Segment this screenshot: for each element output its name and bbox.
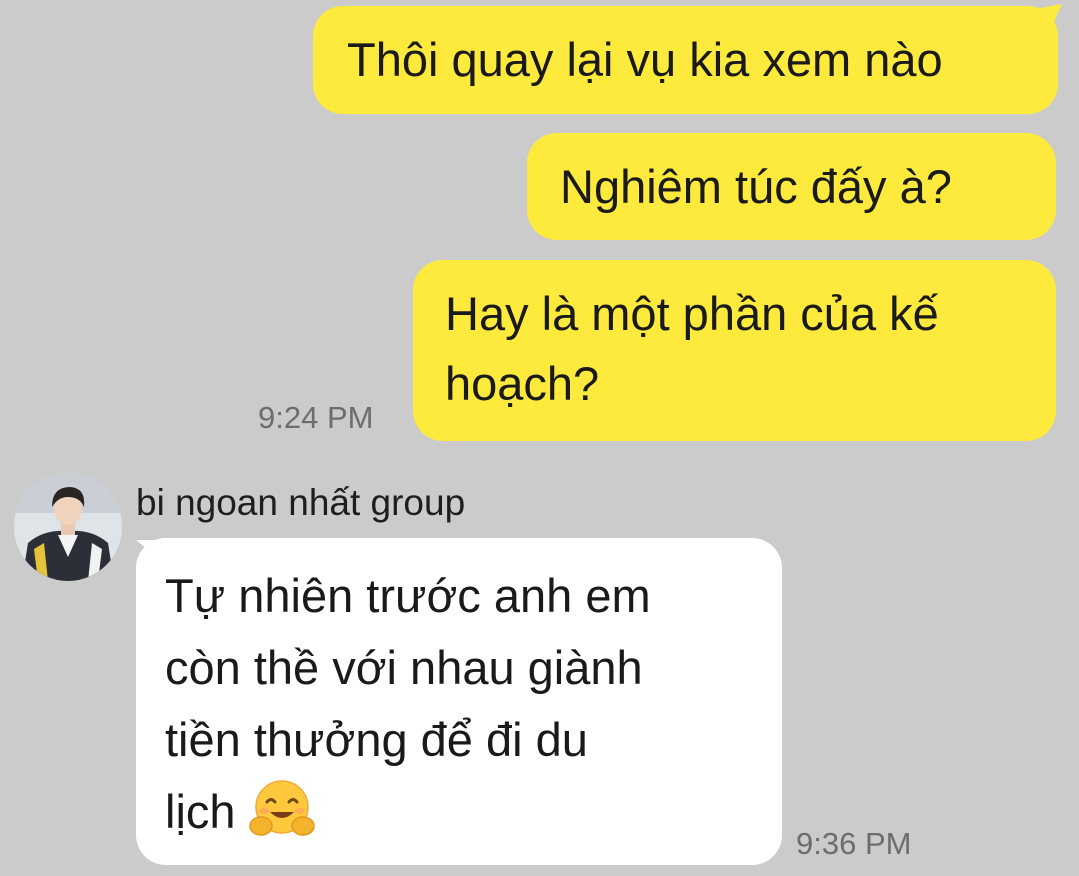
outgoing-message-bubble[interactable]: Thôi quay lại vụ kia xem nào [313,6,1058,114]
bubble-tail-icon [1040,4,1062,26]
outgoing-message-bubble[interactable]: Hay là một phần của kế hoạch? [413,260,1056,441]
incoming-message-bubble[interactable]: Tự nhiên trước anh em còn thề với nhau g… [136,538,782,865]
message-text: lịch [165,785,236,838]
sender-name[interactable]: bi ngoan nhất group [136,482,465,524]
avatar[interactable] [14,473,122,581]
message-text: còn thề với nhau giành [165,641,643,694]
message-timestamp: 9:24 PM [258,400,374,435]
hugging-face-emoji-icon [248,778,315,860]
user-avatar-icon [14,473,122,581]
message-text: tiền thưởng để đi du [165,713,588,766]
message-text: Hay là một phần của kế [445,287,939,340]
message-text: Nghiêm túc đấy à? [560,160,952,213]
message-text: Thôi quay lại vụ kia xem nào [347,33,943,86]
message-text-line: lịch [165,776,782,860]
message-text: hoạch? [445,357,600,410]
message-timestamp: 9:36 PM [796,826,912,861]
message-text: Tự nhiên trước anh em [165,569,651,622]
outgoing-message-bubble[interactable]: Nghiêm túc đấy à? [527,133,1056,240]
